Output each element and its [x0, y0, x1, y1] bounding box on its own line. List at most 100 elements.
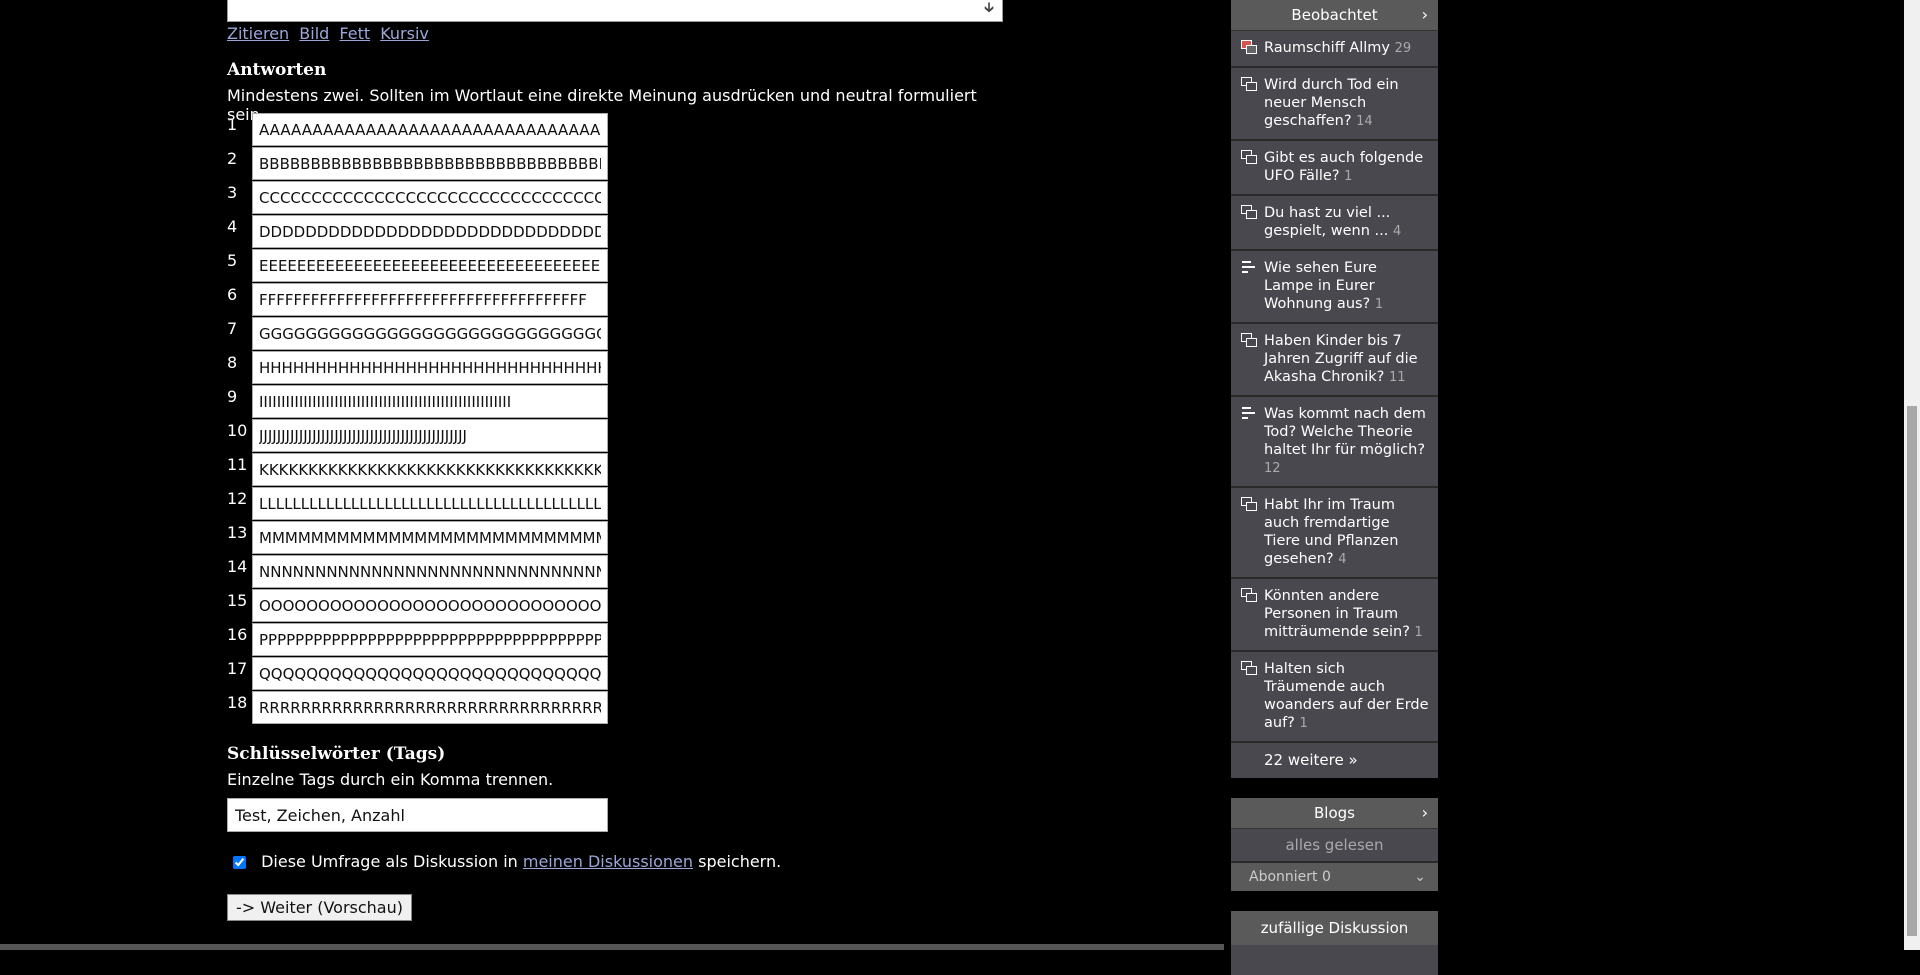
watched-item-count: 12: [1264, 461, 1281, 476]
answer-input[interactable]: [252, 453, 608, 486]
tags-description: Einzelne Tags durch ein Komma trennen.: [227, 770, 554, 789]
answer-number: 14: [227, 557, 248, 576]
quote-link[interactable]: Zitieren: [227, 24, 289, 43]
watched-item-title: Halten sich Träumende auch woanders auf …: [1264, 661, 1429, 731]
blogs-header[interactable]: Blogs ›: [1231, 798, 1438, 829]
answer-input[interactable]: [252, 623, 608, 656]
watched-item-count: 1: [1374, 297, 1384, 312]
italic-link[interactable]: Kursiv: [380, 24, 429, 43]
watched-item-count: 4: [1338, 552, 1347, 567]
watched-item-title: Was kommt nach dem Tod? Welche Theorie h…: [1264, 406, 1426, 458]
answer-number: 8: [227, 353, 238, 372]
answer-input[interactable]: [252, 657, 608, 690]
chevron-right-icon: ›: [1421, 5, 1428, 24]
question-textarea[interactable]: 🡳: [227, 0, 1003, 22]
bold-link[interactable]: Fett: [339, 24, 370, 43]
discussion-icon: [1241, 333, 1257, 347]
answer-number: 13: [227, 523, 248, 542]
answer-input[interactable]: [252, 385, 608, 418]
watched-item[interactable]: Wird durch Tod ein neuer Mensch geschaff…: [1231, 68, 1438, 141]
answer-input[interactable]: [252, 215, 608, 248]
save-as-discussion-checkbox[interactable]: [233, 856, 246, 869]
discussion-icon: [1241, 588, 1257, 602]
watched-item-count: 14: [1356, 114, 1373, 129]
tags-input[interactable]: [227, 798, 608, 832]
watched-item-count: 29: [1394, 41, 1412, 56]
watched-item[interactable]: Wie sehen Eure Lampe in Eurer Wohnung au…: [1231, 251, 1438, 324]
my-discussions-link[interactable]: meinen Diskussionen: [523, 852, 693, 871]
watched-item-count: 1: [1299, 716, 1308, 731]
watched-list: Raumschiff Allmy 29 Wird durch Tod ein ne…: [1231, 31, 1438, 743]
watched-more-link[interactable]: 22 weitere »: [1231, 743, 1438, 778]
save-as-discussion-row: Diese Umfrage als Diskussion in meinen D…: [227, 852, 781, 871]
watched-item-count: 11: [1388, 370, 1406, 385]
answer-number: 4: [227, 217, 238, 236]
answer-number: 17: [227, 659, 248, 678]
next-preview-button[interactable]: -> Weiter (Vorschau): [227, 894, 412, 921]
answer-input[interactable]: [252, 521, 608, 554]
discussion-icon: [1241, 77, 1257, 91]
blogs-subscribed-toggle[interactable]: Abonniert 0 ⌄: [1231, 863, 1438, 891]
discussion-new-icon: [1241, 40, 1257, 54]
format-toolbar: Zitieren Bild Fett Kursiv: [227, 24, 434, 43]
watched-item-title: Wie sehen Eure Lampe in Eurer Wohnung au…: [1264, 260, 1377, 312]
answer-number: 11: [227, 455, 248, 474]
watched-item[interactable]: Haben Kinder bis 7 Jahren Zugriff auf di…: [1231, 324, 1438, 397]
discussion-icon: [1241, 150, 1257, 164]
sidebar: Beobachtet › Raumschiff Allmy 29 Wird dur…: [1231, 0, 1438, 975]
watched-item[interactable]: Gibt es auch folgende UFO Fälle? 1: [1231, 141, 1438, 196]
answer-number: 7: [227, 319, 238, 338]
answer-number: 15: [227, 591, 248, 610]
answer-number: 1: [227, 115, 238, 134]
watched-item[interactable]: Könnten andere Personen in Traum mitträu…: [1231, 579, 1438, 652]
answer-input[interactable]: [252, 147, 608, 180]
watched-item[interactable]: Raumschiff Allmy 29: [1231, 31, 1438, 68]
blogs-all-read: alles gelesen: [1231, 829, 1438, 863]
watched-item[interactable]: Du hast zu viel ... gespielt, wenn ... 4: [1231, 196, 1438, 251]
poll-icon: [1241, 406, 1257, 420]
blogs-title: Blogs: [1314, 804, 1355, 822]
watched-item[interactable]: Habt Ihr im Traum auch fremdartige Tiere…: [1231, 488, 1438, 579]
image-link[interactable]: Bild: [299, 24, 329, 43]
watched-item[interactable]: Was kommt nach dem Tod? Welche Theorie h…: [1231, 397, 1438, 488]
scrollbar[interactable]: [1904, 0, 1920, 950]
subscribed-label: Abonniert: [1249, 869, 1318, 885]
random-discussion-header[interactable]: zufällige Diskussion: [1231, 911, 1438, 945]
scrollbar-thumb[interactable]: [1907, 406, 1917, 936]
answer-number: 16: [227, 625, 248, 644]
answer-number: 12: [227, 489, 248, 508]
answer-input[interactable]: [252, 317, 608, 350]
discussion-icon: [1241, 661, 1257, 675]
watched-title: Beobachtet: [1291, 6, 1378, 24]
answer-input[interactable]: [252, 351, 608, 384]
watched-header[interactable]: Beobachtet ›: [1231, 0, 1438, 31]
save-text-after: speichern.: [698, 852, 782, 871]
watched-item-title: Du hast zu viel ... gespielt, wenn ...: [1264, 205, 1391, 239]
answer-input[interactable]: [252, 691, 608, 724]
watched-item-title: Habt Ihr im Traum auch fremdartige Tiere…: [1264, 497, 1399, 567]
watched-item-title: Wird durch Tod ein neuer Mensch geschaff…: [1264, 77, 1399, 129]
answer-input[interactable]: [252, 283, 608, 316]
resize-arrow-icon[interactable]: 🡳: [984, 0, 994, 21]
answer-input[interactable]: [252, 589, 608, 622]
answer-input[interactable]: [252, 555, 608, 588]
subscribed-count: 0: [1321, 869, 1331, 885]
answer-input[interactable]: [252, 181, 608, 214]
discussion-icon: [1241, 497, 1257, 511]
answer-input[interactable]: [252, 113, 608, 146]
answer-number: 18: [227, 693, 248, 712]
watched-item-title: Raumschiff Allmy: [1264, 40, 1390, 56]
answer-number: 9: [227, 387, 238, 406]
discussion-icon: [1241, 205, 1257, 219]
answer-number: 6: [227, 285, 238, 304]
answer-input[interactable]: [252, 249, 608, 282]
answers-heading: Antworten: [227, 60, 327, 80]
answer-input[interactable]: [252, 419, 608, 452]
tags-heading: Schlüsselwörter (Tags): [227, 744, 446, 764]
poll-icon: [1241, 260, 1257, 274]
watched-item[interactable]: Halten sich Träumende auch woanders auf …: [1231, 652, 1438, 743]
answer-input[interactable]: [252, 487, 608, 520]
watched-item-count: 1: [1414, 625, 1423, 640]
